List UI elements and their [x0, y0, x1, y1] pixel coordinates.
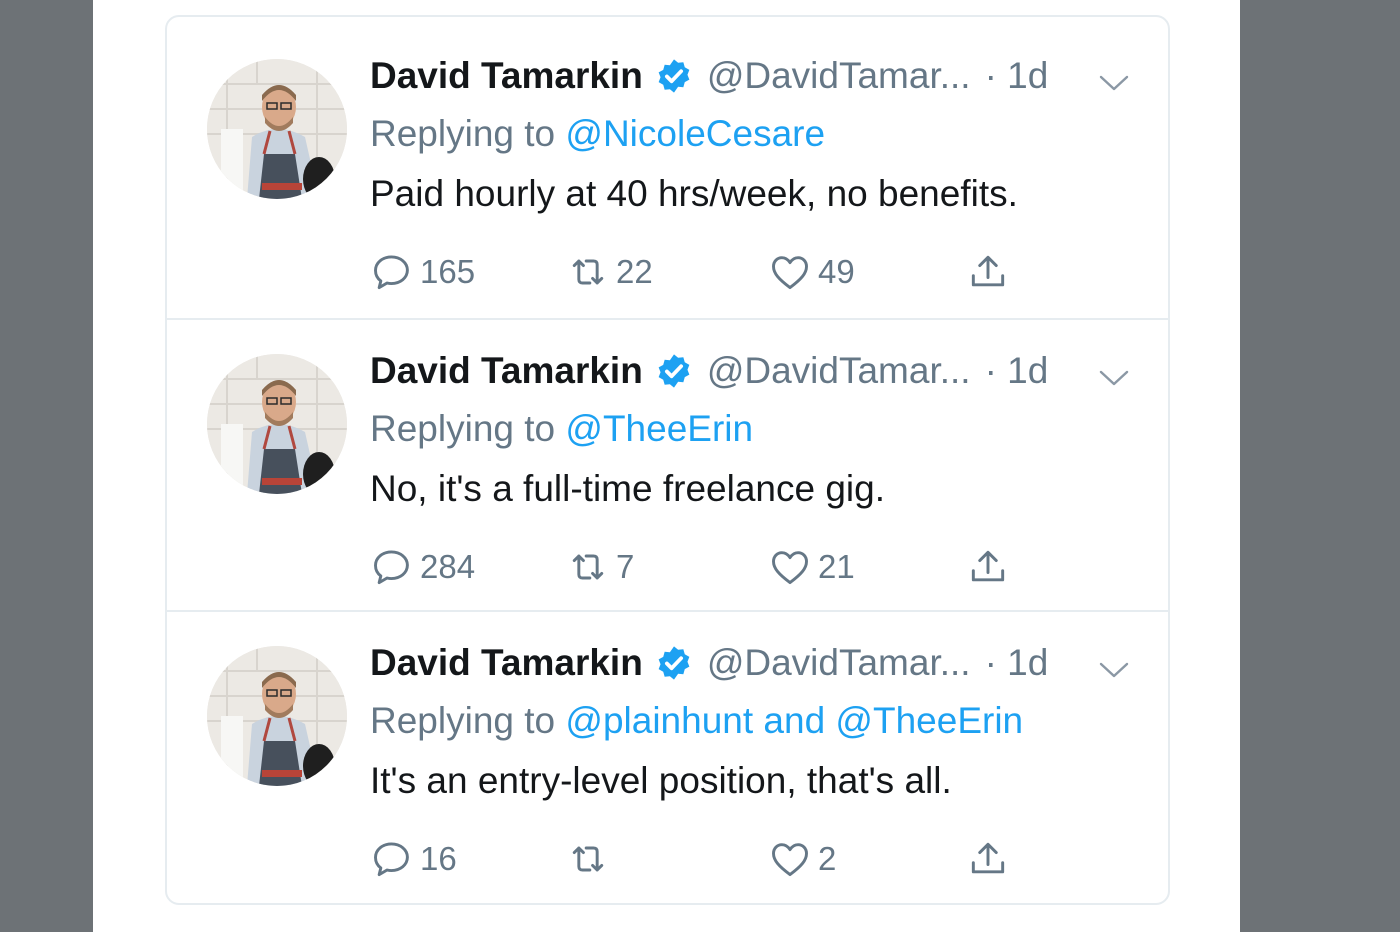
- tweet-text: Paid hourly at 40 hrs/week, no benefits.: [370, 173, 1018, 214]
- author-handle[interactable]: @DavidTamar...: [707, 642, 971, 684]
- author-handle[interactable]: @DavidTamar...: [707, 55, 971, 97]
- verified-badge-icon: [655, 352, 693, 390]
- retweet-icon: [566, 837, 610, 881]
- retweet-button[interactable]: 22: [566, 247, 653, 297]
- tweet-actions: 16 2: [370, 834, 1130, 884]
- mention-link[interactable]: @plainhunt and @TheeErin: [565, 700, 1023, 741]
- tweet-time[interactable]: · 1d: [985, 350, 1049, 392]
- retweet-icon: [566, 250, 610, 294]
- reply-bubble-icon: [370, 545, 414, 589]
- retweet-button[interactable]: [566, 834, 616, 884]
- like-count: 49: [818, 253, 855, 290]
- avatar[interactable]: [207, 354, 347, 494]
- author-handle[interactable]: @DavidTamar...: [707, 350, 971, 392]
- replying-prefix: Replying to: [370, 408, 556, 449]
- avatar[interactable]: [207, 59, 347, 199]
- share-button[interactable]: [966, 247, 1010, 297]
- tweet[interactable]: David Tamarkin @DavidTamar... · 1d Reply…: [167, 610, 1168, 902]
- tweet-time[interactable]: · 1d: [985, 55, 1049, 97]
- like-button[interactable]: 21: [768, 542, 855, 592]
- share-button[interactable]: [966, 542, 1010, 592]
- reply-button[interactable]: 16: [370, 834, 457, 884]
- tweet-header: David Tamarkin @DavidTamar... · 1d: [370, 642, 1048, 684]
- like-count: 21: [818, 548, 855, 585]
- replying-prefix: Replying to: [370, 113, 556, 154]
- tweet-time[interactable]: · 1d: [985, 642, 1049, 684]
- retweet-icon: [566, 545, 610, 589]
- chevron-down-icon[interactable]: [1097, 71, 1131, 95]
- verified-badge-icon: [655, 57, 693, 95]
- author-name[interactable]: David Tamarkin: [370, 55, 643, 97]
- tweet-actions: 165 22 49: [370, 247, 1130, 297]
- mention-link[interactable]: @NicoleCesare: [565, 113, 825, 154]
- tweet-header: David Tamarkin @DavidTamar... · 1d: [370, 55, 1048, 97]
- reply-count: 284: [420, 548, 476, 585]
- mention-link[interactable]: @TheeErin: [565, 408, 753, 449]
- share-upload-icon: [966, 837, 1010, 881]
- tweet[interactable]: David Tamarkin @DavidTamar... · 1d Reply…: [167, 25, 1168, 317]
- reply-count: 165: [420, 253, 476, 290]
- tweet[interactable]: David Tamarkin @DavidTamar... · 1d Reply…: [167, 318, 1168, 610]
- heart-icon: [768, 250, 812, 294]
- reply-bubble-icon: [370, 837, 414, 881]
- page-canvas: David Tamarkin @DavidTamar... · 1d Reply…: [93, 0, 1240, 932]
- heart-icon: [768, 837, 812, 881]
- replying-to-line: Replying to @plainhunt and @TheeErin: [370, 700, 1023, 742]
- chevron-down-icon[interactable]: [1097, 366, 1131, 390]
- replying-prefix: Replying to: [370, 700, 556, 741]
- reply-button[interactable]: 284: [370, 542, 475, 592]
- share-upload-icon: [966, 250, 1010, 294]
- avatar[interactable]: [207, 646, 347, 786]
- heart-icon: [768, 545, 812, 589]
- verified-badge-icon: [655, 644, 693, 682]
- tweet-text: No, it's a full-time freelance gig.: [370, 468, 886, 509]
- like-button[interactable]: 49: [768, 247, 855, 297]
- share-upload-icon: [966, 545, 1010, 589]
- tweet-header: David Tamarkin @DavidTamar... · 1d: [370, 350, 1048, 392]
- tweet-actions: 284 7 21: [370, 542, 1130, 592]
- chevron-down-icon[interactable]: [1097, 658, 1131, 682]
- share-button[interactable]: [966, 834, 1010, 884]
- retweet-count: 7: [616, 548, 635, 585]
- tweet-thread-card: David Tamarkin @DavidTamar... · 1d Reply…: [165, 15, 1170, 905]
- reply-button[interactable]: 165: [370, 247, 475, 297]
- retweet-button[interactable]: 7: [566, 542, 634, 592]
- tweet-text: It's an entry-level position, that's all…: [370, 760, 952, 801]
- replying-to-line: Replying to @TheeErin: [370, 408, 753, 450]
- author-name[interactable]: David Tamarkin: [370, 642, 643, 684]
- author-name[interactable]: David Tamarkin: [370, 350, 643, 392]
- reply-bubble-icon: [370, 250, 414, 294]
- like-button[interactable]: 2: [768, 834, 836, 884]
- reply-count: 16: [420, 840, 457, 877]
- like-count: 2: [818, 840, 837, 877]
- replying-to-line: Replying to @NicoleCesare: [370, 113, 825, 155]
- retweet-count: 22: [616, 253, 653, 290]
